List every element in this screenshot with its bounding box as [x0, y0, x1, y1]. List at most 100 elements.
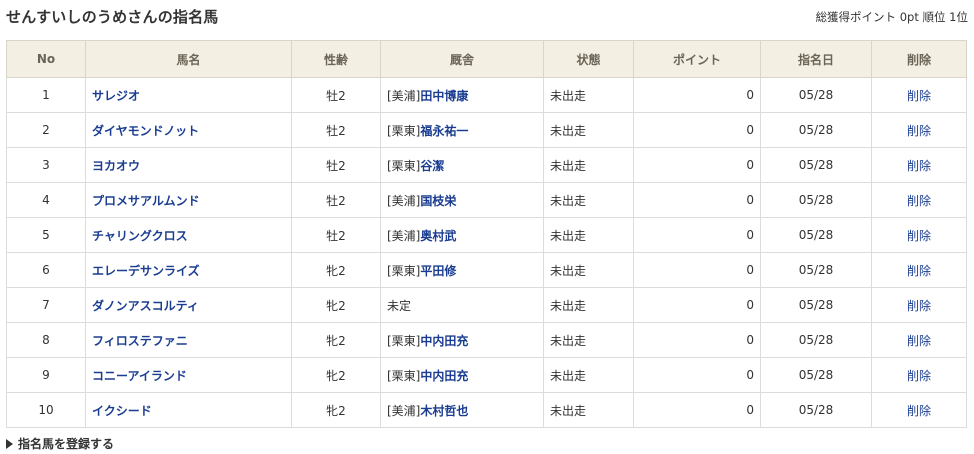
delete-cell: 削除: [871, 392, 967, 428]
horse-name-link[interactable]: コニーアイランド: [92, 369, 187, 383]
stable-region: [栗東]: [387, 158, 421, 173]
stable-cell: [美浦]奥村武: [380, 217, 544, 253]
points: 0: [633, 182, 761, 218]
delete-link[interactable]: 削除: [907, 404, 931, 418]
trainer-link[interactable]: 奥村武: [420, 229, 456, 243]
rank-value: 1位: [949, 10, 968, 24]
delete-link[interactable]: 削除: [907, 89, 931, 103]
delete-cell: 削除: [871, 147, 967, 183]
horse-name-cell: ダイヤモンドノット: [85, 112, 292, 148]
row-no: 5: [6, 217, 86, 253]
horse-name-link[interactable]: サレジオ: [92, 89, 140, 103]
nomination-date: 05/28: [760, 392, 872, 428]
stable-region: [栗東]: [387, 333, 421, 348]
trainer-link[interactable]: 木村哲也: [420, 404, 468, 418]
status: 未出走: [543, 322, 634, 358]
stable-region: [美浦]: [387, 88, 421, 103]
points: 0: [633, 77, 761, 113]
table-row: 6 エレーデサンライズ 牝2 [栗東]平田修 未出走 0 05/28 削除: [6, 252, 967, 288]
status: 未出走: [543, 357, 634, 393]
points: 0: [633, 357, 761, 393]
table-row: 7 ダノンアスコルティ 牝2 未定 未出走 0 05/28 削除: [6, 287, 967, 323]
horse-name-link[interactable]: イクシード: [92, 404, 152, 418]
sex-age: 牡2: [291, 217, 381, 253]
stable-cell: [美浦]国枝栄: [380, 182, 544, 218]
sex-age: 牝2: [291, 357, 381, 393]
stable-cell: [美浦]木村哲也: [380, 392, 544, 428]
status: 未出走: [543, 252, 634, 288]
stable-region: [美浦]: [387, 193, 421, 208]
points: 0: [633, 392, 761, 428]
trainer-link[interactable]: 福永祐一: [420, 124, 468, 138]
stable-cell: [栗東]谷潔: [380, 147, 544, 183]
delete-cell: 削除: [871, 322, 967, 358]
row-no: 4: [6, 182, 86, 218]
horse-name-cell: コニーアイランド: [85, 357, 292, 393]
delete-cell: 削除: [871, 287, 967, 323]
delete-cell: 削除: [871, 112, 967, 148]
delete-link[interactable]: 削除: [907, 299, 931, 313]
col-header-date: 指名日: [760, 40, 872, 78]
col-header-name: 馬名: [85, 40, 292, 78]
horse-name-link[interactable]: ヨカオウ: [92, 159, 140, 173]
sex-age: 牝2: [291, 287, 381, 323]
points: 0: [633, 217, 761, 253]
horse-name-link[interactable]: フィロステファニ: [92, 334, 188, 348]
horse-name-cell: エレーデサンライズ: [85, 252, 292, 288]
trainer-link[interactable]: 国枝栄: [420, 194, 456, 208]
stable-region: [栗東]: [387, 368, 421, 383]
nomination-date: 05/28: [760, 77, 872, 113]
nomination-date: 05/28: [760, 182, 872, 218]
stable-region: [栗東]: [387, 263, 421, 278]
delete-link[interactable]: 削除: [907, 369, 931, 383]
col-header-no: No: [6, 40, 86, 78]
trainer-link[interactable]: 田中博康: [420, 89, 468, 103]
row-no: 8: [6, 322, 86, 358]
delete-link[interactable]: 削除: [907, 159, 931, 173]
stable-cell: [栗東]福永祐一: [380, 112, 544, 148]
points-summary: 総獲得ポイント 0pt 順位 1位: [816, 9, 968, 25]
table-row: 1 サレジオ 牡2 [美浦]田中博康 未出走 0 05/28 削除: [6, 77, 967, 113]
status: 未出走: [543, 287, 634, 323]
col-header-points: ポイント: [633, 40, 761, 78]
delete-link[interactable]: 削除: [907, 229, 931, 243]
delete-link[interactable]: 削除: [907, 124, 931, 138]
delete-link[interactable]: 削除: [907, 194, 931, 208]
register-link-label: 指名馬を登録する: [18, 437, 115, 451]
horse-name-link[interactable]: プロメサアルムンド: [92, 194, 200, 208]
sex-age: 牝2: [291, 322, 381, 358]
stable-cell: [栗東]平田修: [380, 252, 544, 288]
points-value: 0pt: [899, 10, 919, 24]
nomination-date: 05/28: [760, 322, 872, 358]
stable-cell: 未定: [380, 287, 544, 323]
sex-age: 牡2: [291, 77, 381, 113]
horse-name-link[interactable]: エレーデサンライズ: [92, 264, 200, 278]
horse-name-cell: ヨカオウ: [85, 147, 292, 183]
table-row: 3 ヨカオウ 牡2 [栗東]谷潔 未出走 0 05/28 削除: [6, 147, 967, 183]
delete-link[interactable]: 削除: [907, 334, 931, 348]
points: 0: [633, 322, 761, 358]
horse-name-link[interactable]: ダイヤモンドノット: [92, 124, 199, 138]
rank-label: 順位: [922, 10, 946, 24]
nominated-horses-table: No 馬名 性齢 厩舎 状態 ポイント 指名日 削除 1 サレジオ 牡2 [美浦]田中…: [6, 40, 967, 428]
points: 0: [633, 112, 761, 148]
table-row: 9 コニーアイランド 牝2 [栗東]中内田充 未出走 0 05/28 削除: [6, 357, 967, 393]
trainer-link[interactable]: 中内田充: [420, 334, 468, 348]
horse-name-link[interactable]: ダノンアスコルティ: [92, 299, 199, 313]
horse-name-link[interactable]: チャリングクロス: [92, 229, 188, 243]
register-horse-link[interactable]: 指名馬を登録する: [6, 435, 114, 452]
trainer-link[interactable]: 平田修: [420, 264, 456, 278]
row-no: 10: [6, 392, 86, 428]
sex-age: 牡2: [291, 147, 381, 183]
sex-age: 牡2: [291, 112, 381, 148]
nomination-date: 05/28: [760, 357, 872, 393]
trainer-link[interactable]: 中内田充: [420, 369, 468, 383]
trainer-link[interactable]: 谷潔: [420, 159, 444, 173]
horse-name-cell: チャリングクロス: [85, 217, 292, 253]
row-no: 2: [6, 112, 86, 148]
nomination-date: 05/28: [760, 217, 872, 253]
delete-cell: 削除: [871, 357, 967, 393]
stable-cell: [美浦]田中博康: [380, 77, 544, 113]
page-header: せんすいしのうめさんの指名馬 総獲得ポイント 0pt 順位 1位: [0, 0, 974, 34]
delete-link[interactable]: 削除: [907, 264, 931, 278]
